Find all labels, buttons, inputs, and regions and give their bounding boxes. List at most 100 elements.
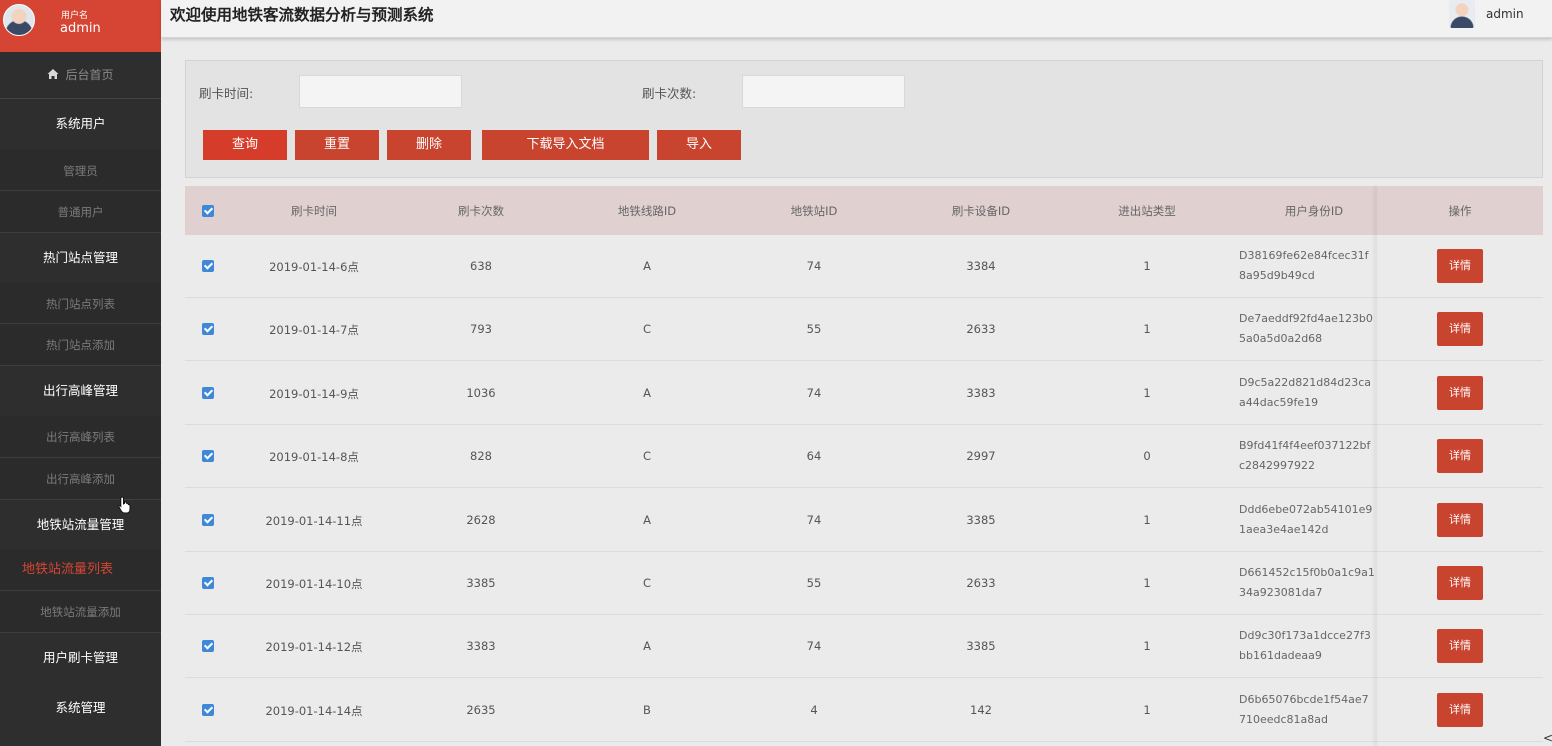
column-header-in-out-type[interactable]: 进出站类型	[1118, 203, 1176, 219]
header-user-name[interactable]: admin	[1486, 7, 1524, 21]
sidebar-group-station-flow[interactable]: 地铁站流量管理	[0, 500, 161, 550]
cell-type: 1	[1143, 639, 1151, 654]
table-row[interactable]: 2019-01-14-8点 828 C 64 2997 0 B9fd41f4f4eef037…	[185, 425, 1543, 489]
table-row[interactable]: 2019-01-14-6点 638 A 74 3384 1 D38169fe62e84fce…	[185, 235, 1543, 298]
cell-type: 1	[1143, 576, 1151, 590]
cell-line: C	[642, 322, 652, 337]
row-checkbox[interactable]	[202, 577, 214, 589]
select-all-checkbox[interactable]	[202, 205, 214, 217]
sidebar-item-normal-users[interactable]: 普通用户	[0, 191, 161, 233]
swipe-count-input[interactable]	[742, 75, 905, 108]
row-checkbox[interactable]	[202, 260, 214, 272]
cell-station: 74	[806, 639, 822, 654]
cell-device: 2633	[966, 322, 996, 337]
column-header-time[interactable]: 刷卡时间	[291, 203, 337, 219]
swipe-time-input[interactable]	[299, 75, 462, 108]
sidebar-item-admins[interactable]: 管理员	[0, 149, 161, 191]
detail-button[interactable]: 详情	[1437, 249, 1483, 283]
query-button[interactable]: 查询	[203, 130, 287, 160]
cell-uid: D661452c15f0b0a1c9a134a923081da7	[1239, 566, 1375, 599]
cell-uid: De7aeddf92fd4ae123b05a0a5d0a2d68	[1239, 312, 1373, 346]
table-row[interactable]: 2019-01-14-14点 2635 B 4 142 1 D6b65076bcde1f54…	[185, 679, 1543, 742]
delete-button[interactable]: 删除	[387, 130, 471, 160]
table-row[interactable]: 2019-01-14-12点 3383 A 74 3385 1 Dd9c30f173a1dc…	[185, 615, 1543, 679]
reset-button[interactable]: 重置	[295, 130, 379, 160]
swipe-time-label: 刷卡时间:	[199, 86, 254, 101]
cell-time: 2019-01-14-8点	[269, 450, 359, 465]
sidebar-item-hot-station-add[interactable]: 热门站点添加	[0, 324, 161, 366]
row-checkbox[interactable]	[202, 323, 214, 336]
row-checkbox[interactable]	[202, 640, 214, 653]
header-avatar[interactable]	[1449, 0, 1475, 28]
cell-station: 4	[810, 702, 818, 717]
cell-count: 638	[470, 259, 492, 273]
row-checkbox[interactable]	[202, 386, 214, 399]
table-header: 刷卡时间 刷卡次数 地铁线路ID 地铁站ID 刷卡设备ID 进出站类型 用户身份…	[185, 186, 1543, 235]
table-row[interactable]: 2019-01-14-10点 3385 C 55 2633 1 D661452c15f0b0…	[185, 552, 1543, 615]
detail-button[interactable]: 详情	[1437, 375, 1483, 410]
sidebar-group-system-management[interactable]: 系统管理	[0, 683, 161, 733]
cell-time: 2019-01-14-12点	[265, 640, 363, 655]
cell-type: 1	[1143, 512, 1151, 527]
cell-uid: D9c5a22d821d84d23caa44dac59fe19	[1239, 375, 1371, 409]
sidebar-group-card-swipes[interactable]: 用户刷卡管理	[0, 633, 161, 683]
cell-uid: D6b65076bcde1f54ae7710eedc81a8ad	[1239, 692, 1369, 726]
column-header-user-id[interactable]: 用户身份ID	[1285, 203, 1343, 219]
avatar[interactable]	[3, 4, 35, 36]
swipe-count-label: 刷卡次数:	[642, 86, 697, 101]
cell-count: 3385	[466, 576, 496, 590]
sidebar-item-station-flow-list[interactable]: 地铁站流量列表	[0, 550, 161, 591]
detail-button[interactable]: 详情	[1437, 312, 1483, 347]
download-template-button[interactable]: 下载导入文档	[482, 130, 649, 160]
table-row[interactable]: 2019-01-14-11点 2628 A 74 3385 1 Ddd6ebe072ab54…	[185, 489, 1543, 552]
sidebar-group-peak[interactable]: 出行高峰管理	[0, 366, 161, 416]
cell-time: 2019-01-14-14点	[265, 703, 363, 718]
sidebar-item-label: 后台首页	[65, 68, 114, 82]
cell-station: 74	[806, 259, 822, 273]
sidebar-group-system-users[interactable]: 系统用户	[0, 99, 161, 149]
column-header-line-id[interactable]: 地铁线路ID	[618, 203, 676, 219]
detail-button[interactable]: 详情	[1437, 439, 1483, 474]
cell-device: 3385	[966, 639, 996, 654]
data-table: 刷卡时间 刷卡次数 地铁线路ID 地铁站ID 刷卡设备ID 进出站类型 用户身份…	[185, 186, 1543, 746]
sidebar-item-peak-list[interactable]: 出行高峰列表	[0, 416, 161, 458]
column-header-count[interactable]: 刷卡次数	[458, 203, 504, 219]
sidebar-item-hot-station-list[interactable]: 热门站点列表	[0, 283, 161, 324]
cell-device: 3384	[966, 259, 996, 273]
detail-button[interactable]: 详情	[1437, 502, 1483, 537]
detail-button[interactable]: 详情	[1437, 629, 1483, 664]
cell-station: 74	[806, 385, 822, 400]
row-checkbox[interactable]	[202, 450, 214, 463]
cell-device: 2633	[966, 576, 996, 590]
cell-device: 3385	[966, 512, 996, 527]
cell-uid: D38169fe62e84fcec31f8a95d9b49cd	[1239, 249, 1369, 282]
sidebar-item-home[interactable]: 后台首页	[0, 52, 161, 99]
import-button[interactable]: 导入	[657, 130, 741, 160]
cell-line: A	[643, 639, 651, 654]
sidebar-item-station-flow-add[interactable]: 地铁站流量添加	[0, 591, 161, 633]
fixed-column-divider	[1375, 186, 1377, 746]
page-title: 欢迎使用地铁客流数据分析与预测系统	[170, 6, 434, 24]
sidebar-group-hot-stations[interactable]: 热门站点管理	[0, 233, 161, 283]
user-box: 用户名 admin	[0, 0, 161, 52]
sidebar-item-peak-add[interactable]: 出行高峰添加	[0, 458, 161, 500]
chevron-left-icon[interactable]: <	[1543, 731, 1552, 745]
cell-station: 64	[806, 449, 822, 464]
cell-type: 1	[1143, 259, 1151, 273]
detail-button[interactable]: 详情	[1437, 692, 1483, 727]
detail-button[interactable]: 详情	[1437, 566, 1483, 600]
cell-uid: Dd9c30f173a1dcce27f3bb161dadeaa9	[1239, 629, 1371, 663]
table-row[interactable]: 2019-01-14-7点 793 C 55 2633 1 De7aeddf92fd4ae1…	[185, 298, 1543, 362]
row-checkbox[interactable]	[202, 703, 214, 716]
cell-count: 3383	[466, 639, 496, 654]
column-header-device-id[interactable]: 刷卡设备ID	[952, 203, 1010, 219]
row-checkbox[interactable]	[202, 513, 214, 526]
cell-device: 3383	[966, 385, 996, 400]
cell-uid: Ddd6ebe072ab54101e91aea3e4ae142d	[1239, 502, 1373, 536]
cell-type: 1	[1143, 322, 1151, 337]
cell-line: B	[643, 702, 651, 717]
cell-line: A	[643, 259, 651, 273]
column-header-station-id[interactable]: 地铁站ID	[791, 203, 838, 219]
table-row[interactable]: 2019-01-14-9点 1036 A 74 3383 1 D9c5a22d821d84d…	[185, 362, 1543, 425]
cell-time: 2019-01-14-7点	[269, 323, 359, 338]
